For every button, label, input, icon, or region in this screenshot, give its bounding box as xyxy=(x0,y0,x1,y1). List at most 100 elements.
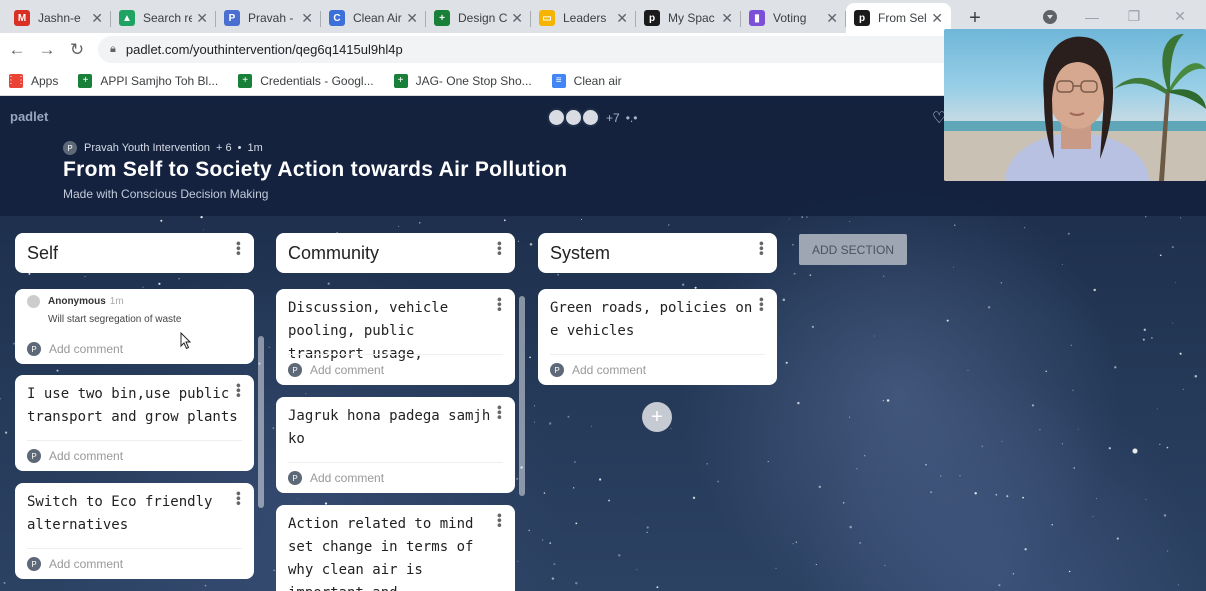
add-post-button[interactable]: + xyxy=(642,402,672,432)
star xyxy=(1039,428,1041,431)
star xyxy=(575,581,578,585)
add-comment-placeholder: Add comment xyxy=(310,363,385,377)
more-vert-icon[interactable]: ••• xyxy=(492,297,508,312)
add-comment-placeholder: Add comment xyxy=(310,471,385,485)
star xyxy=(682,283,685,286)
commenter-avatar: P xyxy=(550,363,564,377)
star xyxy=(656,586,659,589)
more-vert-icon[interactable]: ••• xyxy=(492,405,508,420)
add-comment-field[interactable]: P Add comment xyxy=(27,548,242,571)
forward-icon[interactable]: → xyxy=(32,35,62,65)
browser-tab[interactable]: ▭ Leaders ✕ xyxy=(531,3,636,33)
post-content: Anonymous 1m Will start segregation of w… xyxy=(15,289,254,325)
star xyxy=(305,393,307,395)
add-section-button[interactable]: ADD SECTION xyxy=(799,234,907,265)
post-text: Will start segregation of waste xyxy=(48,314,182,325)
tab-title: Pravah - xyxy=(248,11,294,25)
bookmark-label: APPI Samjho Toh Bl... xyxy=(100,73,219,88)
author-avatar: P xyxy=(63,141,77,155)
sheets-icon: + xyxy=(238,73,253,88)
post-card[interactable]: Anonymous 1m Will start segregation of w… xyxy=(15,289,254,364)
bookmark-item[interactable]: + JAG- One Stop Sho... xyxy=(393,73,532,88)
close-tab-icon[interactable]: ✕ xyxy=(511,10,523,27)
post-card[interactable]: I use two bin,use public transport and g… xyxy=(15,375,254,471)
star xyxy=(573,487,575,489)
add-comment-field[interactable]: P Add comment xyxy=(288,354,503,377)
browser-tab[interactable]: C Clean Air ✕ xyxy=(321,3,426,33)
star xyxy=(692,496,696,500)
browser-tab[interactable]: p From Sel ✕ xyxy=(846,3,951,33)
post-card[interactable]: Action related to mind set change in ter… xyxy=(276,505,515,591)
bookmark-item[interactable]: ⋮⋮ Apps xyxy=(6,73,58,88)
close-tab-icon[interactable]: ✕ xyxy=(616,10,628,27)
browser-tab[interactable]: P Pravah - ✕ xyxy=(216,3,321,33)
star xyxy=(1006,495,1009,498)
apps-grid-icon: ⋮⋮ xyxy=(6,73,26,88)
more-vert-icon[interactable]: ••• xyxy=(754,241,770,256)
add-comment-placeholder: Add comment xyxy=(49,342,124,356)
post-card[interactable]: Switch to Eco friendly alternatives ••• … xyxy=(15,483,254,579)
more-vert-icon[interactable]: ••• xyxy=(231,491,247,506)
more-vert-icon[interactable]: ••• xyxy=(231,241,247,256)
close-tab-icon[interactable]: ✕ xyxy=(826,10,838,27)
star xyxy=(792,243,794,246)
section-scrollbar[interactable] xyxy=(258,336,264,508)
star xyxy=(541,539,544,541)
tab-title: Jashn-e xyxy=(38,11,81,25)
browser-tab[interactable]: p My Spac ✕ xyxy=(636,3,741,33)
post-text: Green roads, policies on e vehicles xyxy=(550,300,753,339)
more-vert-icon[interactable]: ••• xyxy=(231,383,247,398)
browser-tab[interactable]: + Design C ✕ xyxy=(426,3,531,33)
star xyxy=(534,405,535,407)
back-icon[interactable]: ← xyxy=(2,35,32,65)
forms-icon: P xyxy=(224,10,240,26)
section-header-community[interactable]: Community ••• xyxy=(276,233,515,273)
more-vert-icon[interactable]: ••• xyxy=(754,297,770,312)
browser-tab[interactable]: ▲ Search re ✕ xyxy=(111,3,216,33)
browser-tab[interactable]: ▮ Voting ✕ xyxy=(741,3,846,33)
more-vert-icon[interactable]: ••• xyxy=(492,241,508,256)
star xyxy=(580,218,583,221)
close-tab-icon[interactable]: ✕ xyxy=(406,10,418,27)
bookmark-label: Clean air xyxy=(573,73,622,88)
bookmark-item[interactable]: + APPI Samjho Toh Bl... xyxy=(78,73,219,88)
more-vert-icon[interactable]: ••• xyxy=(492,513,508,528)
add-comment-field[interactable]: P Add comment xyxy=(27,440,242,463)
close-tab-icon[interactable]: ✕ xyxy=(931,10,943,27)
star xyxy=(886,399,890,402)
post-card[interactable]: Discussion, vehicle pooling, public tran… xyxy=(276,289,515,385)
browser-tab[interactable]: M Jashn-e ✕ xyxy=(6,3,111,33)
collaborator-avatars[interactable]: +7 •.• xyxy=(547,108,637,127)
post-card[interactable]: Jagruk hona padega samjh ko ••• P Add co… xyxy=(276,397,515,493)
star xyxy=(0,397,2,400)
reload-icon[interactable]: ↻ xyxy=(62,35,92,65)
bookmark-item[interactable]: ≡ Clean air xyxy=(551,73,622,88)
add-comment-field[interactable]: P Add comment xyxy=(550,354,765,377)
star xyxy=(1166,446,1169,449)
padlet-icon: p xyxy=(854,10,870,26)
post-card[interactable]: Green roads, policies on e vehicles ••• … xyxy=(538,289,777,385)
add-comment-placeholder: Add comment xyxy=(49,557,124,571)
tab-title: My Spac xyxy=(668,11,715,25)
star xyxy=(1114,366,1117,369)
section-title: System xyxy=(550,242,611,263)
add-comment-field[interactable]: P Add comment xyxy=(27,334,242,356)
star xyxy=(998,584,1001,587)
star xyxy=(1163,514,1167,517)
close-tab-icon[interactable]: ✕ xyxy=(196,10,208,27)
close-tab-icon[interactable]: ✕ xyxy=(91,10,103,27)
section-scrollbar[interactable] xyxy=(519,296,525,496)
star xyxy=(1022,496,1025,499)
padlet-logo[interactable]: padlet xyxy=(10,109,48,124)
close-tab-icon[interactable]: ✕ xyxy=(301,10,313,27)
star xyxy=(1116,537,1119,540)
dot-separator: • xyxy=(237,142,242,154)
section-header-self[interactable]: Self ••• xyxy=(15,233,254,273)
section-header-system[interactable]: System ••• xyxy=(538,233,777,273)
star xyxy=(925,463,927,466)
add-comment-field[interactable]: P Add comment xyxy=(288,462,503,485)
star xyxy=(636,569,638,571)
star xyxy=(1092,515,1094,517)
bookmark-item[interactable]: + Credentials - Googl... xyxy=(238,73,374,88)
close-tab-icon[interactable]: ✕ xyxy=(721,10,733,27)
